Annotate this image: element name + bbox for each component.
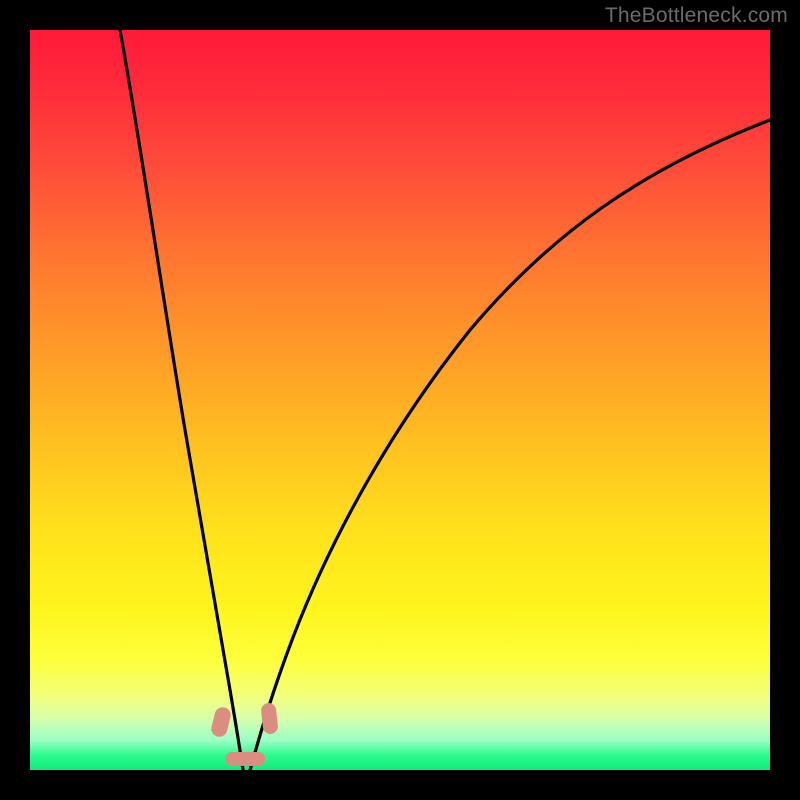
left-curve bbox=[120, 30, 243, 770]
curves-layer bbox=[30, 30, 770, 770]
watermark-text: TheBottleneck.com bbox=[605, 4, 788, 28]
outer-frame: TheBottleneck.com bbox=[0, 0, 800, 800]
right-curve bbox=[250, 120, 770, 770]
bottom-marker bbox=[225, 752, 265, 766]
